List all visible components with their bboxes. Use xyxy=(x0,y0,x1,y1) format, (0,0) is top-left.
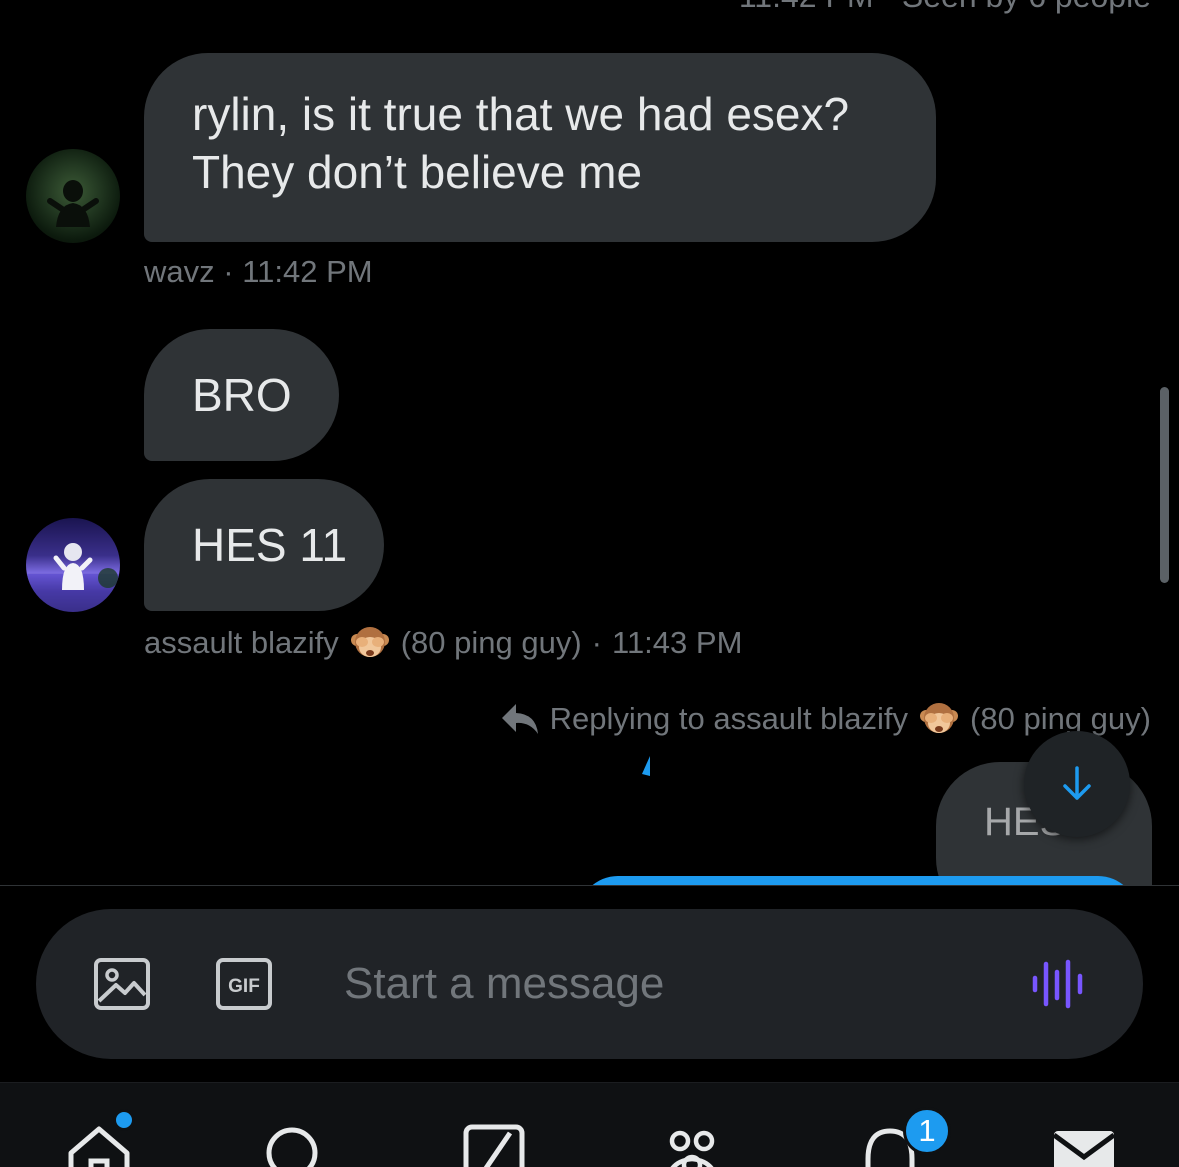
message-input[interactable] xyxy=(344,951,964,1017)
message-composer: GIF xyxy=(36,909,1143,1059)
message-list[interactable]: 11:42 PM · Seen by 6 people rylin, is it… xyxy=(0,0,1179,885)
scrollbar[interactable] xyxy=(1160,387,1169,583)
seen-status: 11:42 PM · Seen by 6 people xyxy=(739,0,1151,15)
gif-icon: GIF xyxy=(216,958,272,1010)
sender-suffix: (80 ping guy) xyxy=(400,625,582,660)
message-time: 11:43 PM xyxy=(612,625,743,660)
home-new-posts-dot xyxy=(113,1109,135,1131)
notifications-badge: 1 xyxy=(903,1107,951,1155)
arrow-down-icon xyxy=(1063,766,1091,800)
search-icon xyxy=(266,1127,318,1167)
message-meta: assault blazify (80 ping guy) · 11:43 PM xyxy=(144,622,742,664)
own-message-bubble-highlighted[interactable] xyxy=(578,876,1138,885)
envelope-icon xyxy=(1052,1131,1116,1167)
see-no-evil-monkey-icon xyxy=(920,703,959,733)
bottom-navigation xyxy=(0,1082,1179,1167)
image-icon[interactable] xyxy=(92,954,152,1014)
avatar-assault-blazify[interactable] xyxy=(26,518,120,612)
avatar-wavz[interactable] xyxy=(26,149,120,243)
reply-context-text: Replying to assault blazify xyxy=(549,701,909,736)
communities-icon xyxy=(669,1130,715,1167)
meta-separator: · xyxy=(214,254,243,289)
message-text-line: BRO xyxy=(192,369,292,421)
message-text-line: HES 11 xyxy=(192,519,348,571)
reply-context[interactable]: Replying to assault blazify (80 ping guy… xyxy=(500,698,1151,740)
reply-arrow-icon xyxy=(501,704,538,734)
message-text-line: rylin, is it true that we had esex? xyxy=(192,88,850,140)
gif-label: GIF xyxy=(228,976,260,997)
message-bubble[interactable]: BRO xyxy=(144,329,339,461)
nav-messages[interactable] xyxy=(1052,1123,1116,1167)
sender-name[interactable]: wavz xyxy=(144,254,215,289)
nav-search[interactable] xyxy=(262,1123,326,1167)
message-meta: wavz · 11:42 PM xyxy=(144,254,373,290)
reply-connector-mark xyxy=(642,756,650,776)
nav-grok[interactable] xyxy=(462,1123,526,1167)
divider xyxy=(0,885,1179,886)
meta-separator: · xyxy=(591,625,602,660)
message-bubble[interactable]: HES 11 xyxy=(144,479,384,611)
voice-wave-icon[interactable] xyxy=(1030,954,1088,1014)
grok-icon xyxy=(463,1124,525,1167)
nav-communities[interactable] xyxy=(660,1123,724,1167)
sender-name[interactable]: assault blazify xyxy=(144,625,339,661)
message-bubble[interactable]: rylin, is it true that we had esex? They… xyxy=(144,53,936,242)
gif-button[interactable]: GIF xyxy=(214,954,274,1014)
message-text-line: They don’t believe me xyxy=(192,146,643,198)
see-no-evil-monkey-icon xyxy=(350,627,389,657)
reply-context-suffix: (80 ping guy) xyxy=(970,701,1151,736)
message-time: 11:42 PM xyxy=(242,254,373,289)
dm-conversation-screen: 11:42 PM · Seen by 6 people rylin, is it… xyxy=(0,0,1179,1167)
scroll-to-bottom-button[interactable] xyxy=(1024,731,1130,837)
